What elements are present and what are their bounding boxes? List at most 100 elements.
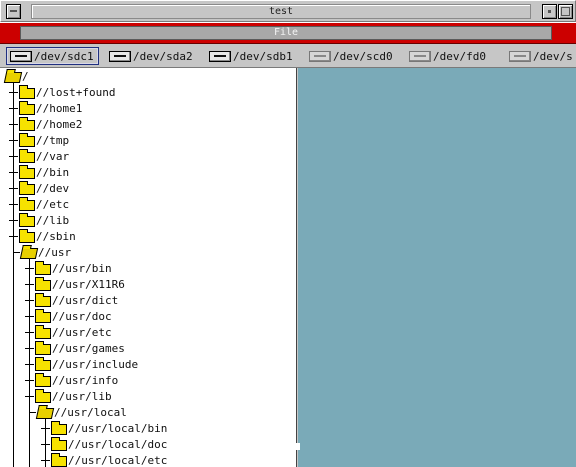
tree-branch-line xyxy=(13,251,20,253)
tree-node-label: //usr/local/doc xyxy=(68,437,168,451)
expand-icon[interactable] xyxy=(9,135,18,145)
tree-node-label: //usr/bin xyxy=(52,261,112,275)
tree-node-label: //usr/local/bin xyxy=(68,421,168,435)
tree-node-label: //usr/dict xyxy=(52,293,119,307)
expand-icon[interactable] xyxy=(25,311,34,321)
tree-node-label: //usr/X11R6 xyxy=(52,277,125,291)
expand-icon[interactable] xyxy=(41,423,50,433)
tree-node[interactable]: //usr/include xyxy=(25,356,138,372)
folder-icon xyxy=(19,116,35,131)
device-label: /dev/fd0 xyxy=(433,49,486,63)
file-view-pane[interactable] xyxy=(298,68,576,467)
expand-icon[interactable] xyxy=(9,199,18,209)
expand-icon[interactable] xyxy=(25,279,34,289)
device-label: /dev/sdb1 xyxy=(233,49,293,63)
tree-node[interactable]: //lost+found xyxy=(9,84,115,100)
menu-bar: File xyxy=(0,22,576,44)
expand-icon[interactable] xyxy=(9,151,18,161)
expand-icon[interactable] xyxy=(25,263,34,273)
drive-icon xyxy=(109,50,131,62)
tree-node[interactable]: //var xyxy=(9,148,69,164)
tree-node[interactable]: //usr/games xyxy=(25,340,125,356)
tree-node[interactable]: //usr/local/etc xyxy=(41,452,167,467)
expand-icon[interactable] xyxy=(9,103,18,113)
folder-icon xyxy=(19,228,35,243)
folder-icon xyxy=(51,436,67,451)
expand-icon[interactable] xyxy=(25,375,34,385)
device-fd0[interactable]: /dev/fd0 xyxy=(406,47,490,65)
folder-icon xyxy=(19,180,35,195)
device-label: /dev/scd0 xyxy=(333,49,393,63)
cdrom-icon xyxy=(309,50,331,62)
expand-icon[interactable] xyxy=(25,327,34,337)
drive-icon xyxy=(10,50,32,62)
device-label: /dev/s xyxy=(533,49,573,63)
tree-node[interactable]: //usr/X11R6 xyxy=(25,276,125,292)
tree-node[interactable]: //dev xyxy=(9,180,69,196)
window-menu-button[interactable] xyxy=(6,4,21,19)
tree-node[interactable]: //lib xyxy=(9,212,69,228)
tree-node[interactable]: //home1 xyxy=(9,100,82,116)
expand-icon[interactable] xyxy=(9,167,18,177)
tree-node-label: //usr/games xyxy=(52,341,125,355)
device-partial[interactable]: /dev/s xyxy=(506,47,576,65)
expand-icon[interactable] xyxy=(9,215,18,225)
expand-icon[interactable] xyxy=(25,359,34,369)
expand-icon[interactable] xyxy=(9,87,18,97)
tree-node[interactable]: //tmp xyxy=(9,132,69,148)
folder-icon xyxy=(35,340,51,355)
drive-icon xyxy=(509,50,531,62)
device-sda2[interactable]: /dev/sda2 xyxy=(106,47,197,65)
expand-icon[interactable] xyxy=(25,343,34,353)
tree-node[interactable]: //usr/info xyxy=(25,372,118,388)
folder-icon xyxy=(35,292,51,307)
folder-icon xyxy=(19,148,35,163)
tree-node[interactable]: //usr/bin xyxy=(25,260,112,276)
device-sdc1[interactable]: /dev/sdc1 xyxy=(6,47,99,65)
folder-icon xyxy=(19,84,35,99)
device-sdb1[interactable]: /dev/sdb1 xyxy=(206,47,297,65)
window-title: test xyxy=(31,4,531,19)
folder-icon xyxy=(35,308,51,323)
expand-icon[interactable] xyxy=(41,455,50,465)
tree-node-root[interactable]: / xyxy=(3,68,29,84)
tree-node[interactable]: //bin xyxy=(9,164,69,180)
folder-icon xyxy=(35,276,51,291)
folder-icon xyxy=(19,196,35,211)
tree-node-expanded[interactable]: //usr/local xyxy=(29,404,127,420)
folder-open-icon xyxy=(35,407,55,419)
device-toolbar: /dev/sdc1 /dev/sda2 /dev/sdb1 /dev/scd0 … xyxy=(0,44,576,68)
tree-node-label: //sbin xyxy=(36,229,76,243)
minimize-button[interactable] xyxy=(542,4,557,19)
tree-node-label: //usr/info xyxy=(52,373,119,387)
folder-open-icon xyxy=(19,247,39,259)
pane-splitter-handle[interactable] xyxy=(294,443,300,450)
expand-icon[interactable] xyxy=(25,295,34,305)
tree-branch-line xyxy=(29,411,36,413)
expand-icon[interactable] xyxy=(41,439,50,449)
title-bar[interactable]: test xyxy=(0,0,576,22)
tree-node-label: //dev xyxy=(36,181,70,195)
file-menu[interactable]: File xyxy=(20,26,552,40)
tree-node[interactable]: //home2 xyxy=(9,116,82,132)
tree-node[interactable]: //usr/doc xyxy=(25,308,112,324)
maximize-icon xyxy=(561,7,570,16)
expand-icon[interactable] xyxy=(9,119,18,129)
device-scd0[interactable]: /dev/scd0 xyxy=(306,47,397,65)
directory-tree[interactable]: / //lost+found //home1 //home2 //tmp //v… xyxy=(0,68,297,467)
tree-node[interactable]: //usr/lib xyxy=(25,388,112,404)
tree-node[interactable]: //etc xyxy=(9,196,69,212)
tree-node[interactable]: //usr/etc xyxy=(25,324,112,340)
expand-icon[interactable] xyxy=(9,231,18,241)
tree-node[interactable]: //sbin xyxy=(9,228,76,244)
maximize-button[interactable] xyxy=(558,4,573,19)
tree-node-label: //tmp xyxy=(36,133,70,147)
tree-node-label: //lib xyxy=(36,213,70,227)
minimize-icon xyxy=(548,10,551,13)
expand-icon[interactable] xyxy=(25,391,34,401)
tree-node[interactable]: //usr/local/doc xyxy=(41,436,167,452)
tree-node-expanded[interactable]: //usr xyxy=(13,244,71,260)
tree-node[interactable]: //usr/dict xyxy=(25,292,118,308)
expand-icon[interactable] xyxy=(9,183,18,193)
tree-node[interactable]: //usr/local/bin xyxy=(41,420,167,436)
